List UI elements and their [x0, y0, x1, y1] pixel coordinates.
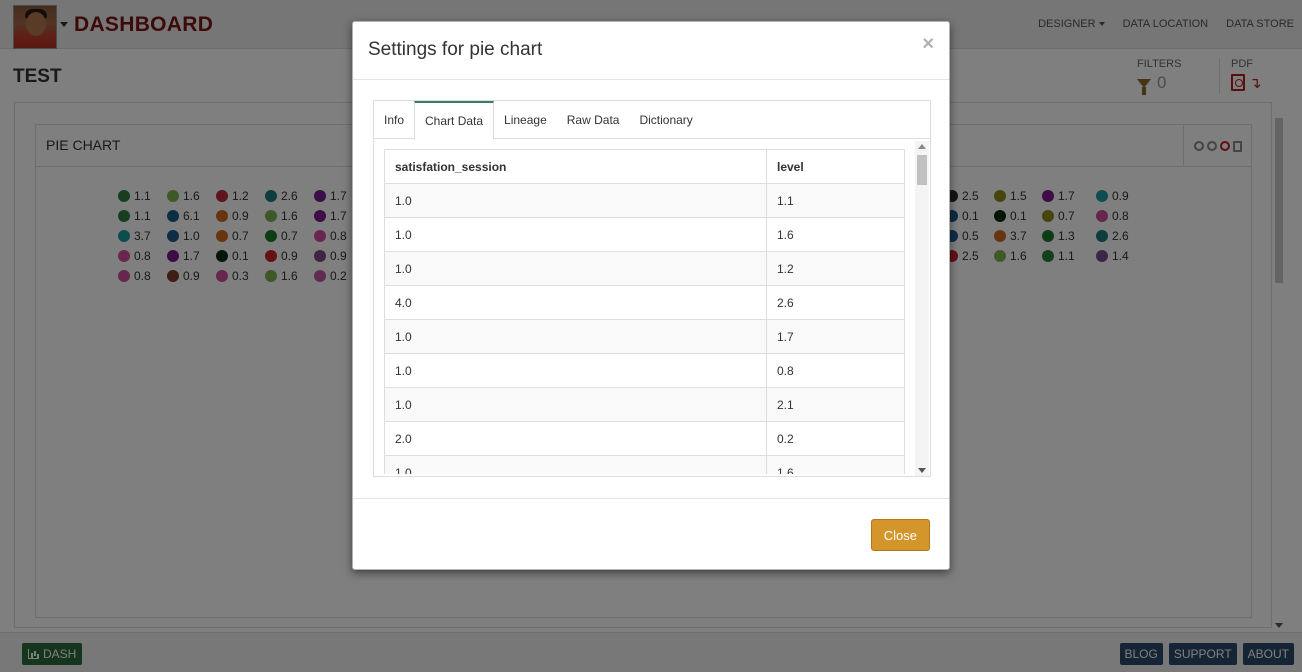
modal-header: Settings for pie chart ×: [353, 22, 949, 80]
table-cell: 1.2: [766, 251, 905, 286]
table-cell: 0.8: [766, 353, 905, 388]
table-row: 1.0 1.2: [384, 251, 905, 286]
close-button[interactable]: Close: [870, 519, 930, 551]
table-row: 1.0 1.7: [384, 319, 905, 354]
modal-footer: Close: [353, 498, 949, 570]
table-row: 2.0 0.2: [384, 421, 905, 456]
scroll-down-icon[interactable]: [918, 468, 926, 473]
table-row: 1.0 1.1: [384, 183, 905, 218]
close-icon[interactable]: ×: [922, 33, 934, 56]
table-cell: 2.6: [766, 285, 905, 320]
table-cell: 1.0: [384, 183, 767, 218]
settings-modal: Settings for pie chart × Info Chart Data…: [352, 21, 950, 570]
table-cell: 0.2: [766, 421, 905, 456]
chart-data-table-wrapper: satisfation_session level 1.0 1.1 1.0 1.6 1.…: [384, 149, 905, 474]
table-cell: 1.6: [766, 455, 905, 474]
tab-dictionary[interactable]: Dictionary: [629, 101, 702, 139]
table-cell: 1.0: [384, 319, 767, 354]
table-cell: 2.1: [766, 387, 905, 422]
table-cell: 1.0: [384, 353, 767, 388]
table-cell: 1.7: [766, 319, 905, 354]
tab-raw-data[interactable]: Raw Data: [557, 101, 630, 139]
table-row: 1.0 1.6: [384, 455, 905, 474]
table-row: 4.0 2.6: [384, 285, 905, 320]
table-cell: 4.0: [384, 285, 767, 320]
scroll-up-icon[interactable]: [918, 144, 926, 149]
table-row: 1.0 1.6: [384, 217, 905, 252]
column-header[interactable]: satisfation_session: [384, 149, 767, 184]
tab-lineage[interactable]: Lineage: [494, 101, 557, 139]
table-cell: 1.0: [384, 251, 767, 286]
chart-data-table: satisfation_session level 1.0 1.1 1.0 1.6 1.…: [384, 149, 905, 474]
scrollbar-thumb[interactable]: [917, 155, 927, 185]
table-cell: 2.0: [384, 421, 767, 456]
modal-title: Settings for pie chart: [368, 39, 543, 60]
modal-body: Info Chart Data Lineage Raw Data Diction…: [373, 100, 931, 477]
tab-bar: Info Chart Data Lineage Raw Data Diction…: [374, 101, 930, 140]
table-cell: 1.0: [384, 455, 767, 474]
table-cell: 1.1: [766, 183, 905, 218]
column-header[interactable]: level: [766, 149, 905, 184]
tab-info[interactable]: Info: [374, 101, 414, 139]
table-row: 1.0 2.1: [384, 387, 905, 422]
table-scrollbar[interactable]: [915, 141, 929, 476]
table-row: 1.0 0.8: [384, 353, 905, 388]
table-cell: 1.0: [384, 217, 767, 252]
table-cell: 1.6: [766, 217, 905, 252]
table-cell: 1.0: [384, 387, 767, 422]
tab-chart-data[interactable]: Chart Data: [414, 101, 495, 140]
